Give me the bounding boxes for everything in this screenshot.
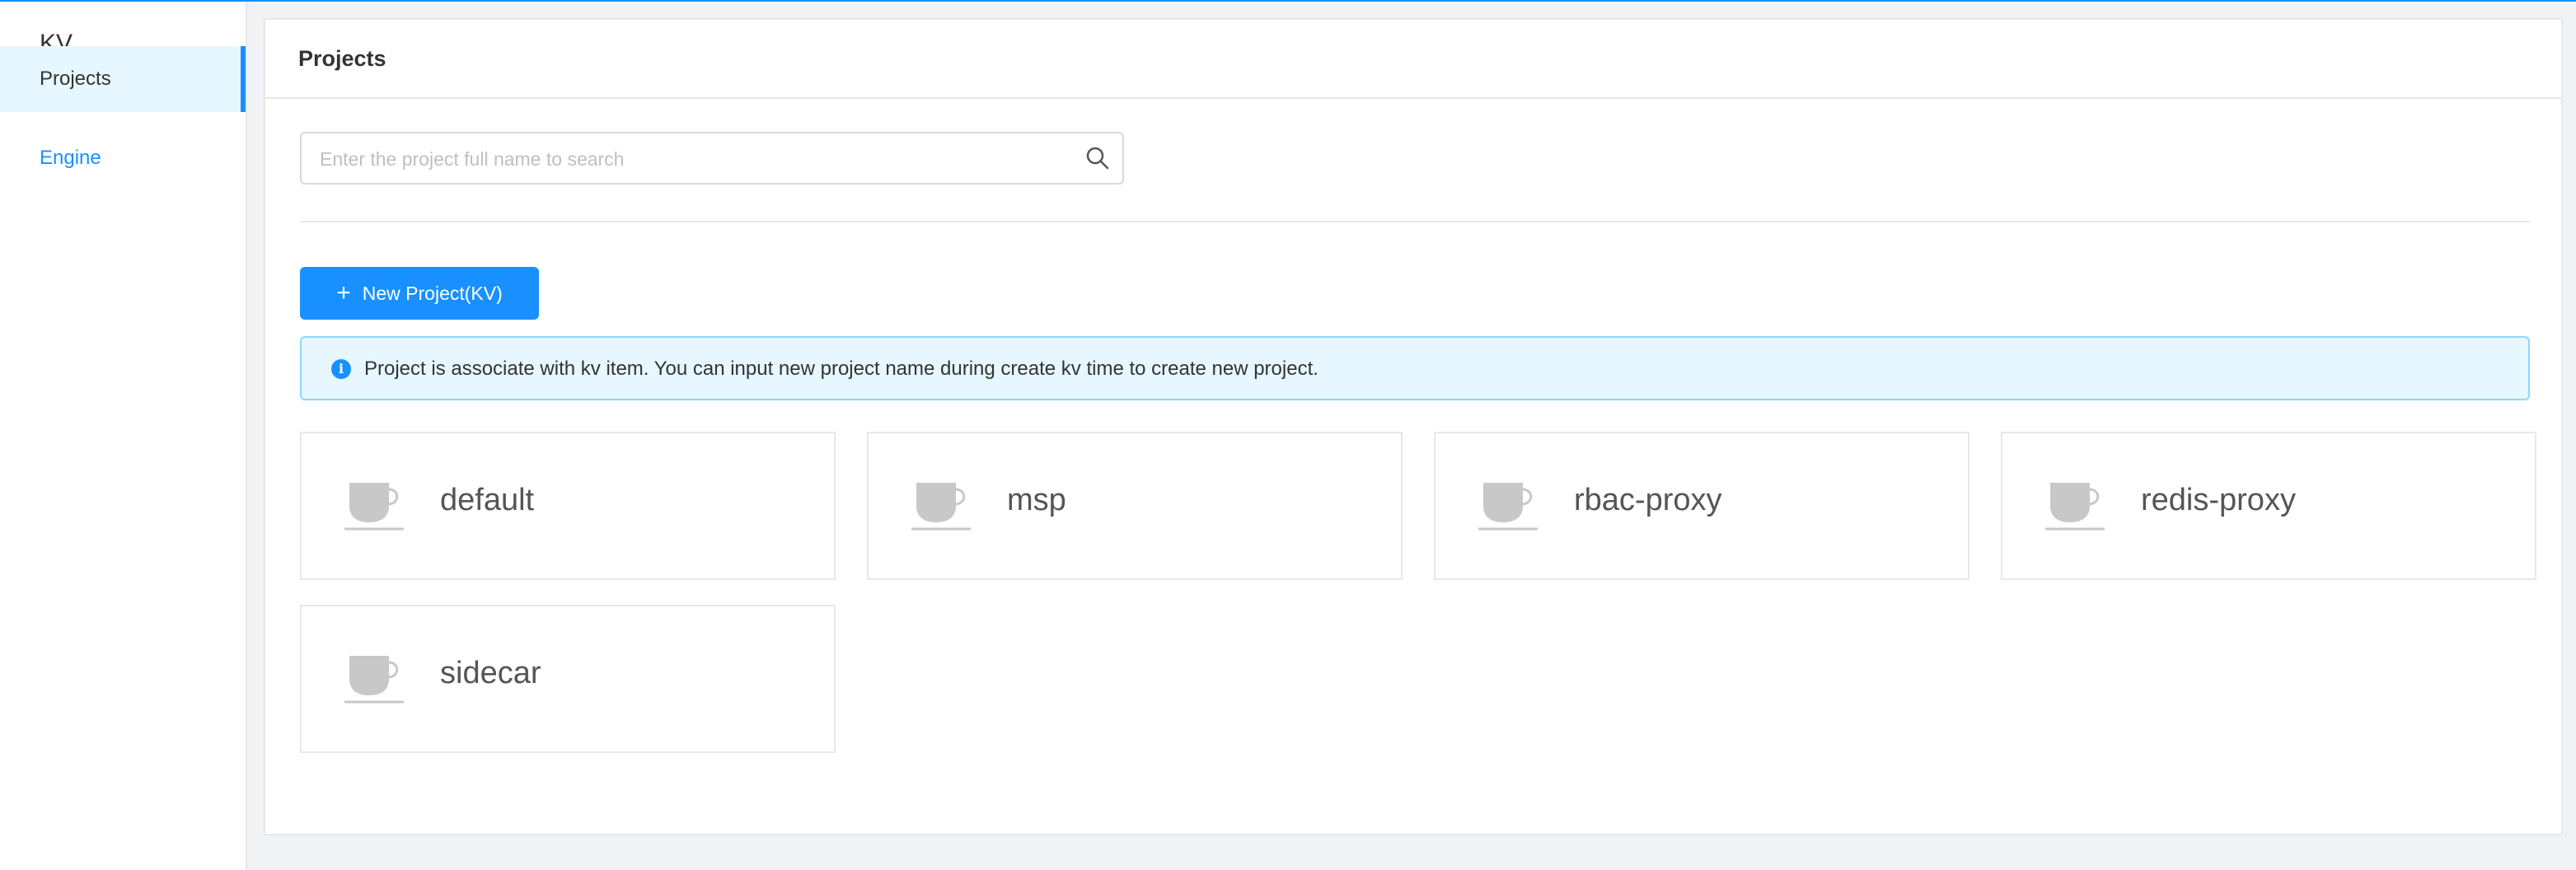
project-card-rbac-proxy[interactable]: rbac-proxy bbox=[1434, 432, 1969, 580]
top-accent-line bbox=[0, 0, 2576, 2]
divider bbox=[300, 221, 2530, 222]
info-icon: i bbox=[331, 359, 351, 379]
sidebar-item-projects[interactable]: Projects bbox=[0, 46, 246, 112]
alert-text: Project is associate with kv item. You c… bbox=[364, 358, 1318, 380]
page-header: Projects bbox=[265, 20, 2561, 99]
cup-icon bbox=[911, 483, 971, 531]
new-project-button[interactable]: + New Project(KV) bbox=[300, 267, 539, 320]
search-input[interactable] bbox=[318, 133, 1080, 185]
project-card-sidecar[interactable]: sidecar bbox=[300, 605, 836, 753]
sidebar-item-engine[interactable]: Engine bbox=[0, 125, 246, 191]
project-name: rbac-proxy bbox=[1574, 483, 1722, 517]
search-box bbox=[300, 132, 1124, 185]
info-alert: i Project is associate with kv item. You… bbox=[300, 336, 2530, 400]
project-name: redis-proxy bbox=[2141, 483, 2296, 517]
sidebar: KV Projects Engine bbox=[0, 2, 247, 870]
project-card-redis-proxy[interactable]: redis-proxy bbox=[2001, 432, 2536, 580]
project-name: sidecar bbox=[440, 656, 541, 690]
project-card-default[interactable]: default bbox=[300, 432, 836, 580]
cup-icon bbox=[344, 656, 404, 704]
plus-icon: + bbox=[336, 279, 351, 306]
project-card-msp[interactable]: msp bbox=[867, 432, 1403, 580]
cup-icon bbox=[2045, 483, 2105, 531]
search-icon[interactable] bbox=[1084, 145, 1111, 171]
page-title: Projects bbox=[298, 46, 386, 71]
project-name: default bbox=[440, 483, 535, 517]
main-panel: Projects + New Project(KV) i Project is … bbox=[264, 18, 2563, 835]
new-project-button-label: New Project(KV) bbox=[362, 282, 503, 304]
cup-icon bbox=[1478, 483, 1538, 531]
project-name: msp bbox=[1007, 483, 1066, 517]
cup-icon bbox=[344, 483, 404, 531]
